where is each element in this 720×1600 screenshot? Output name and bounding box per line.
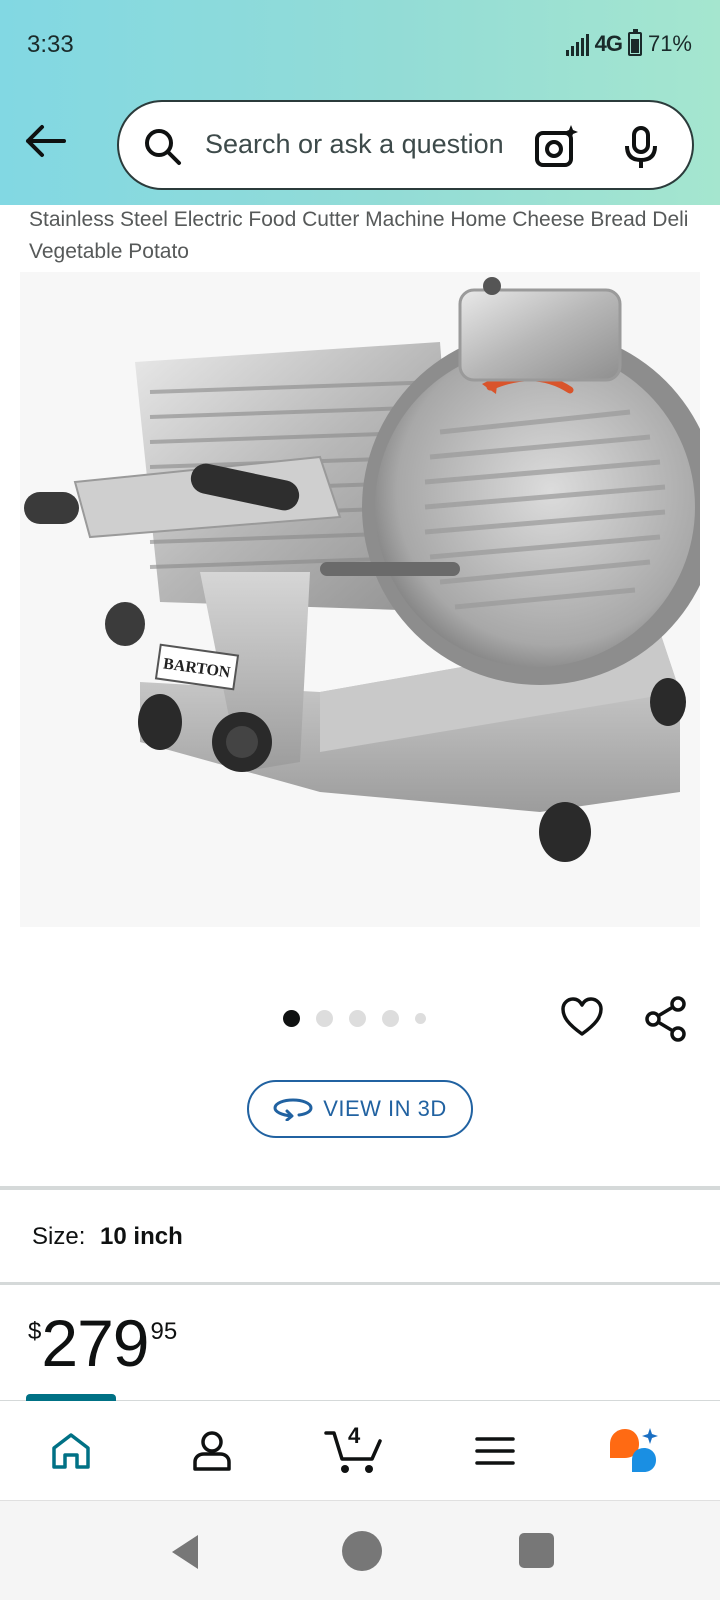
heart-icon[interactable]	[560, 996, 604, 1038]
signal-icon	[565, 32, 589, 56]
battery-percent: 71%	[647, 31, 692, 56]
rotate-3d-icon	[273, 1098, 313, 1121]
hamburger-menu-icon	[475, 1437, 515, 1465]
rufus-assistant-icon	[610, 1428, 658, 1472]
meat-slicer-image: BARTON	[20, 272, 718, 927]
status-indicators: 4G 71%	[565, 29, 692, 57]
product-title[interactable]: Stainless Steel Electric Food Cutter Mac…	[29, 204, 689, 268]
system-nav-bar	[0, 1500, 720, 1600]
search-bar[interactable]	[117, 100, 694, 190]
person-icon	[193, 1431, 231, 1471]
share-icon[interactable]	[644, 996, 688, 1042]
nav-home[interactable]	[41, 1421, 101, 1481]
product-price: $ 279 95	[28, 1310, 177, 1376]
size-value: 10 inch	[100, 1223, 183, 1250]
system-recents-icon[interactable]	[519, 1533, 554, 1568]
status-time: 3:33	[27, 31, 74, 58]
product-image[interactable]: BARTON	[20, 272, 718, 927]
home-icon	[52, 1433, 90, 1469]
nav-account[interactable]	[182, 1421, 242, 1481]
back-button[interactable]	[22, 118, 68, 164]
price-currency-symbol: $	[28, 1318, 42, 1345]
view-in-3d-button[interactable]: VIEW IN 3D	[247, 1080, 473, 1138]
search-icon	[145, 129, 181, 165]
pager-dot[interactable]	[283, 1010, 300, 1027]
nav-menu[interactable]	[465, 1421, 525, 1481]
pager-dot[interactable]	[382, 1010, 399, 1027]
pager-dot[interactable]	[349, 1010, 366, 1027]
search-input[interactable]	[205, 129, 525, 160]
microphone-icon[interactable]	[623, 126, 659, 170]
system-home-icon[interactable]	[342, 1531, 382, 1571]
image-pager[interactable]	[283, 1010, 426, 1027]
size-label: Size:	[32, 1223, 86, 1250]
size-selector[interactable]: Size: 10 inch	[32, 1223, 183, 1251]
nav-cart[interactable]: 4	[322, 1421, 386, 1481]
section-divider	[0, 1282, 720, 1285]
system-back-icon[interactable]	[168, 1533, 202, 1571]
back-arrow-icon	[26, 125, 66, 157]
app-header: 3:33 4G 71%	[0, 0, 720, 205]
pager-dot[interactable]	[316, 1010, 333, 1027]
active-tab-indicator	[26, 1394, 116, 1401]
camera-search-icon[interactable]	[534, 124, 580, 170]
network-type: 4G	[594, 31, 623, 56]
pager-dot[interactable]	[415, 1013, 426, 1024]
price-fraction: 95	[150, 1318, 178, 1345]
battery-icon	[627, 29, 642, 56]
cart-count-badge: 4	[348, 1423, 361, 1448]
bottom-nav: 4	[0, 1394, 720, 1500]
price-whole: 279	[41, 1306, 149, 1380]
view-in-3d-label: VIEW IN 3D	[323, 1096, 447, 1121]
section-divider	[0, 1186, 720, 1190]
nav-rufus[interactable]	[604, 1421, 664, 1481]
